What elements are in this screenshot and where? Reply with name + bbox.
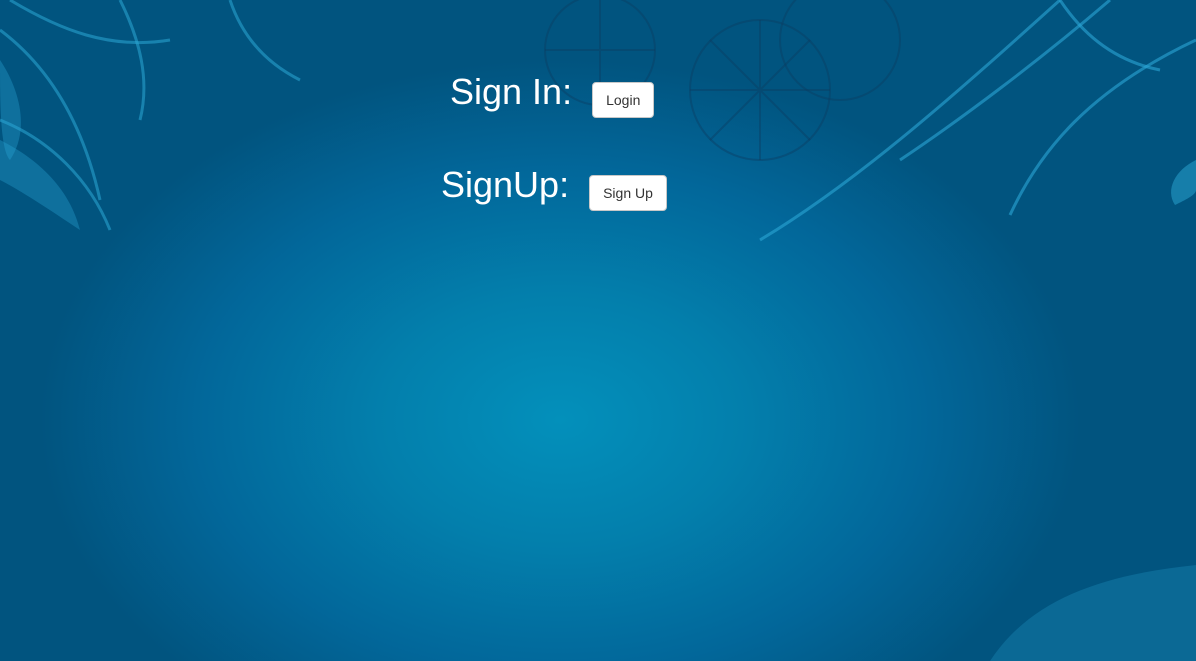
signin-label: Sign In: [450, 71, 583, 112]
signup-row: SignUp: Sign Up [441, 159, 667, 211]
signup-button[interactable]: Sign Up [589, 175, 667, 211]
login-button[interactable]: Login [592, 82, 655, 118]
signin-row: Sign In: Login [450, 66, 655, 118]
signup-label: SignUp: [441, 164, 580, 205]
